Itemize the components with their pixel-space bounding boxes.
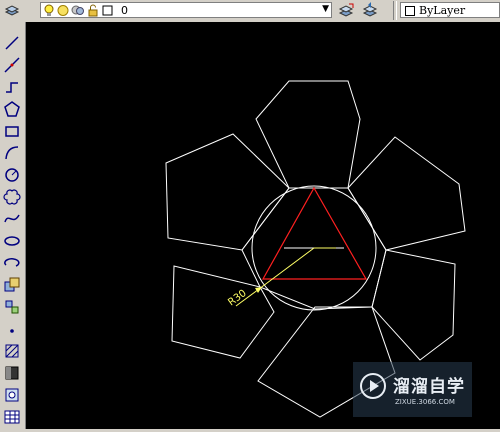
layer-dropdown[interactable]: 0 ▼ [40,2,332,18]
petal-upper-left[interactable] [165,133,290,251]
point-icon[interactable] [3,320,21,338]
region-icon[interactable] [3,386,21,404]
make-current-icon[interactable] [338,2,354,18]
spline-icon[interactable] [3,210,21,228]
toolbar-separator [393,1,397,20]
rectangle-icon[interactable] [3,122,21,140]
drawing-canvas[interactable]: R30 溜溜自学 ZIXUE.3066.COM [26,22,500,429]
draw-toolbar [0,22,26,429]
arc-icon[interactable] [3,144,21,162]
watermark: 溜溜自学 ZIXUE.3066.COM [353,362,472,417]
ellipse-arc-icon[interactable] [3,254,21,272]
radius-leader[interactable] [258,247,315,290]
petal-top[interactable] [255,80,361,189]
watermark-url: ZIXUE.3066.COM [395,398,455,406]
ellipse-icon[interactable] [3,232,21,250]
freeze-icon[interactable] [71,4,85,17]
watermark-title: 溜溜自学 [393,377,465,397]
color-dropdown[interactable]: ByLayer [400,2,500,18]
lock-icon[interactable] [86,4,100,17]
polyline-icon[interactable] [3,78,21,96]
line-icon[interactable] [3,34,21,52]
polygon-icon[interactable] [3,100,21,118]
color-value: ByLayer [419,4,466,17]
insert-block-icon[interactable] [3,276,21,294]
petal-upper-right[interactable] [347,136,466,251]
play-logo-icon [360,373,386,399]
color-square-icon[interactable] [102,5,113,16]
gradient-icon[interactable] [3,364,21,382]
make-block-icon[interactable] [3,298,21,316]
circle-icon[interactable] [3,166,21,184]
color-swatch [405,6,415,16]
chevron-down-icon[interactable]: ▼ [322,4,329,14]
layer-previous-icon[interactable] [362,2,378,18]
dimension-arrow-icon [255,287,262,293]
revision-cloud-icon[interactable] [3,188,21,206]
table-icon[interactable] [3,408,21,426]
petal-lower-left[interactable] [171,265,275,359]
layer-toolbar: 0 ▼ ByLayer [0,0,500,23]
layer-name: 0 [121,4,128,17]
layer-manager-icon[interactable] [4,2,20,18]
construction-line-icon[interactable] [3,56,21,74]
sun-icon[interactable] [56,4,70,17]
hatch-icon[interactable] [3,342,21,360]
lightbulb-icon[interactable] [42,4,56,17]
